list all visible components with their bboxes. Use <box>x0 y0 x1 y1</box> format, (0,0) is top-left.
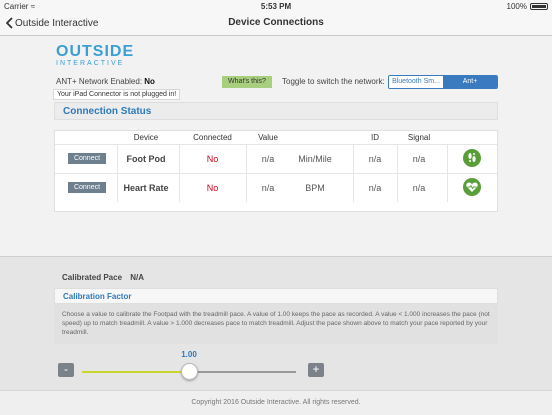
calibration-value: 1.00 <box>181 350 197 359</box>
col-header-value: Value <box>258 133 278 142</box>
value-unit: BPM <box>305 183 325 193</box>
col-header-connected: Connected <box>193 133 232 142</box>
calibration-factor-title: Calibration Factor <box>63 292 132 301</box>
increase-button[interactable]: + <box>308 363 324 377</box>
signal-value: n/a <box>412 154 426 164</box>
slider-track[interactable] <box>189 371 296 373</box>
slider-track-filled[interactable] <box>82 371 189 373</box>
device-id: n/a <box>368 154 382 164</box>
footprints-icon <box>463 149 481 167</box>
signal-value: n/a <box>412 183 426 193</box>
ant-label: ANT+ Network Enabled: <box>56 77 143 86</box>
calibrated-pace: Calibrated Pace N/A <box>54 273 154 287</box>
col-header-id: ID <box>371 133 379 142</box>
toggle-option-ant[interactable]: Ant+ <box>443 76 497 88</box>
table-row: Connect Foot Pod No n/a Min/Mile n/a n/a <box>55 144 497 173</box>
device-value: n/a <box>261 183 275 193</box>
device-value: n/a <box>261 154 275 164</box>
toggle-network-label: Toggle to switch the network: <box>282 77 385 86</box>
ant-network-status: ANT+ Network Enabled: No <box>56 77 155 86</box>
clock: 5:53 PM <box>260 2 292 11</box>
navigation-bar: Outside Interactive Device Connections <box>0 13 552 36</box>
connected-status: No <box>206 183 219 193</box>
connection-table: Device Connected Value ID Signal Connect… <box>54 130 498 212</box>
calibration-factor-header: Calibration Factor <box>54 288 498 304</box>
calibration-description: Choose a value to calibrate the Footpad … <box>62 311 490 336</box>
connect-heart-rate-button[interactable]: Connect <box>68 182 106 193</box>
whats-this-button[interactable]: What's this? <box>222 76 272 88</box>
decrease-button[interactable]: - <box>58 363 74 377</box>
outside-interactive-logo: OUTSIDE INTERACTIVE <box>56 44 134 68</box>
back-label: Outside Interactive <box>15 17 99 29</box>
network-toggle[interactable]: Bluetooth Sm... Ant+ <box>388 75 498 89</box>
battery-icon <box>530 3 548 10</box>
calibrated-pace-value: N/A <box>130 273 145 282</box>
battery-status: 100% <box>507 2 548 11</box>
device-id: n/a <box>368 183 382 193</box>
calibrated-pace-label: Calibrated Pace <box>62 273 123 282</box>
slider-thumb[interactable] <box>181 363 198 380</box>
battery-percent: 100% <box>506 2 527 11</box>
calibration-description-box: Choose a value to calibrate the Footpad … <box>54 304 498 344</box>
status-bar: Carrier ≈ 5:53 PM 100% <box>0 0 552 13</box>
connect-foot-pod-button[interactable]: Connect <box>68 153 106 164</box>
value-unit: Min/Mile <box>298 154 332 164</box>
table-row: Connect Heart Rate No n/a BPM n/a n/a <box>55 173 497 202</box>
connection-status-title: Connection Status <box>63 106 152 117</box>
logo-line2: INTERACTIVE <box>56 60 125 67</box>
device-name: Heart Rate <box>123 183 169 193</box>
col-header-signal: Signal <box>407 133 431 142</box>
back-button[interactable]: Outside Interactive <box>6 17 98 29</box>
toggle-option-bluetooth[interactable]: Bluetooth Sm... <box>389 76 443 88</box>
connected-status: No <box>206 154 219 164</box>
heart-rate-icon <box>463 178 481 196</box>
col-header-device: Device <box>133 133 159 142</box>
logo-line1: OUTSIDE <box>56 43 135 60</box>
footer: Copyright 2016 Outside Interactive. All … <box>0 390 552 415</box>
copyright-text: Copyright 2016 Outside Interactive. All … <box>191 399 361 406</box>
connector-notice: Your iPad Connector is not plugged in! <box>53 89 181 100</box>
ant-value: No <box>144 77 155 86</box>
chevron-left-icon <box>6 17 13 29</box>
connection-status-header: Connection Status <box>54 102 498 120</box>
device-name: Foot Pod <box>126 154 166 164</box>
